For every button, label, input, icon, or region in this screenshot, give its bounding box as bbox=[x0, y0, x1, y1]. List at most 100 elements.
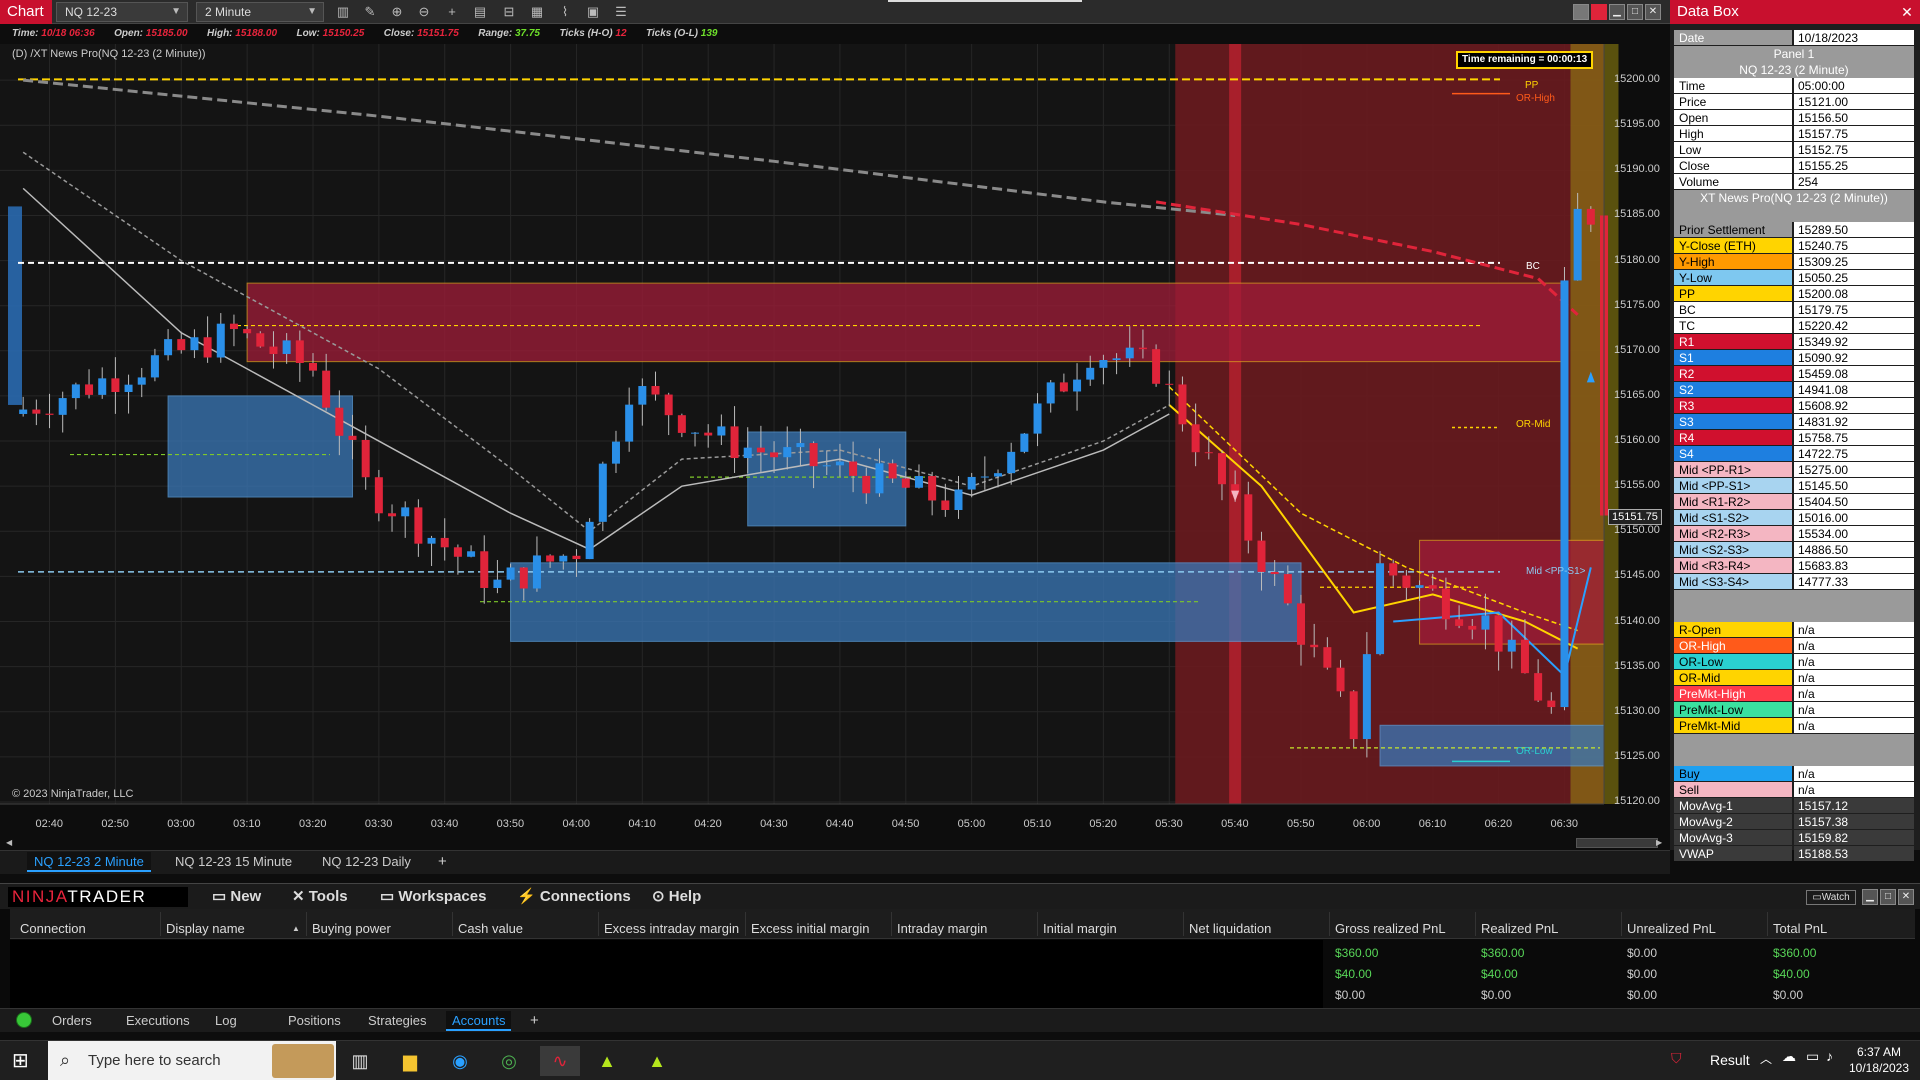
candle-body bbox=[1165, 383, 1174, 385]
add-tab-button[interactable]: + bbox=[431, 852, 454, 872]
properties-icon[interactable]: ▤ bbox=[471, 3, 489, 21]
databox-separator bbox=[1674, 206, 1914, 222]
databox-key: Buy bbox=[1674, 766, 1792, 781]
watch-button[interactable]: ▭Watch bbox=[1806, 890, 1856, 905]
column-header[interactable]: Excess intraday margin bbox=[604, 921, 739, 936]
edge-icon[interactable]: ◉ bbox=[445, 1046, 475, 1076]
file-explorer-icon[interactable]: ▆ bbox=[395, 1046, 425, 1076]
app-green-icon[interactable]: ▲ bbox=[592, 1046, 622, 1076]
current-price-marker: 15151.75 bbox=[1608, 509, 1662, 525]
candle-body bbox=[651, 386, 660, 395]
data-box-title: Data Box bbox=[1670, 0, 1920, 24]
column-header[interactable]: Excess initial margin bbox=[751, 921, 870, 936]
candle-body bbox=[1086, 367, 1095, 380]
crosshair-icon[interactable]: + bbox=[443, 3, 461, 21]
candle-body bbox=[585, 521, 594, 560]
candle-body bbox=[1152, 349, 1161, 384]
accounts-grid-body bbox=[10, 940, 1323, 1008]
tab-nq-daily[interactable]: NQ 12-23 Daily bbox=[315, 852, 418, 872]
menu-new[interactable]: ▭ New bbox=[212, 887, 261, 907]
candle-body bbox=[994, 473, 1003, 477]
column-header[interactable]: Intraday margin bbox=[897, 921, 987, 936]
databox-value: n/a bbox=[1794, 686, 1914, 701]
menu-tools[interactable]: ✕ Tools bbox=[292, 887, 348, 907]
minimize-icon[interactable]: ▁ bbox=[1609, 4, 1625, 20]
column-header[interactable]: Display name bbox=[166, 921, 245, 936]
tab-nq-15-minute[interactable]: NQ 12-23 15 Minute bbox=[168, 852, 299, 872]
menu-connections[interactable]: ⚡ Connections bbox=[517, 887, 631, 907]
volume-icon[interactable]: ♪ bbox=[1826, 1048, 1833, 1064]
menu-workspaces[interactable]: ▭ Workspaces bbox=[380, 887, 486, 907]
maximize-icon[interactable]: □ bbox=[1880, 889, 1896, 905]
tab-nq-2-minute[interactable]: NQ 12-23 2 Minute bbox=[27, 852, 151, 872]
candle-body bbox=[1323, 647, 1332, 668]
ninjatrader-taskbar-icon[interactable]: ∿ bbox=[540, 1046, 580, 1076]
instrument-selector[interactable]: NQ 12-23 ▼ bbox=[56, 2, 188, 22]
templates-icon[interactable]: ⊟ bbox=[500, 3, 518, 21]
ticks-ho-value: 12 bbox=[615, 28, 627, 39]
column-header[interactable]: Cash value bbox=[458, 921, 523, 936]
databox-value: 15016.00 bbox=[1794, 510, 1914, 525]
clock-date: 10/18/2023 bbox=[1848, 1061, 1910, 1075]
menu-help[interactable]: ⊙ Help bbox=[652, 887, 701, 907]
column-header[interactable]: Total PnL bbox=[1773, 921, 1827, 936]
data-box-icon[interactable]: ☰ bbox=[612, 3, 630, 21]
close-icon[interactable]: ✕ bbox=[1645, 4, 1661, 20]
pnl-cell: $360.00 bbox=[1335, 946, 1379, 960]
tab-accounts[interactable]: Accounts bbox=[446, 1011, 512, 1031]
tab-strategies[interactable]: Strategies bbox=[362, 1011, 433, 1031]
minimize-icon[interactable]: ▁ bbox=[1862, 889, 1878, 905]
column-header[interactable]: Gross realized PnL bbox=[1335, 921, 1446, 936]
tab-log[interactable]: Log bbox=[209, 1011, 243, 1031]
column-header[interactable]: Initial margin bbox=[1043, 921, 1117, 936]
scroll-left-icon[interactable]: ◀ bbox=[6, 838, 14, 848]
maximize-icon[interactable]: □ bbox=[1627, 4, 1643, 20]
zoom-out-icon[interactable]: ⊖ bbox=[415, 3, 433, 21]
add-tab-button[interactable]: + bbox=[524, 1011, 545, 1031]
column-divider bbox=[1183, 912, 1184, 936]
candle-body bbox=[414, 507, 423, 544]
onedrive-icon[interactable]: ☁ bbox=[1782, 1048, 1796, 1065]
column-header[interactable]: Buying power bbox=[312, 921, 391, 936]
chart-scrollbar[interactable] bbox=[1576, 838, 1658, 848]
tab-positions[interactable]: Positions bbox=[282, 1011, 347, 1031]
tab-orders[interactable]: Orders bbox=[46, 1011, 98, 1031]
price-tick-label: 15170.00 bbox=[1614, 343, 1660, 356]
candle-body bbox=[150, 355, 159, 378]
databox-row: Mid <PP-S1> 15145.50 bbox=[1674, 478, 1914, 494]
chart-trader-icon[interactable]: ▣ bbox=[584, 3, 602, 21]
indicators-icon[interactable]: ▦ bbox=[528, 3, 546, 21]
column-header[interactable]: Unrealized PnL bbox=[1627, 921, 1716, 936]
column-header[interactable]: Net liquidation bbox=[1189, 921, 1271, 936]
candle-body bbox=[888, 463, 897, 479]
network-icon[interactable]: ▭ bbox=[1806, 1048, 1819, 1065]
tab-executions[interactable]: Executions bbox=[120, 1011, 196, 1031]
link-color-icon[interactable] bbox=[1591, 4, 1607, 20]
candle-body bbox=[1033, 403, 1042, 434]
chrome-icon[interactable]: ◎ bbox=[494, 1046, 524, 1076]
app-green-2-icon[interactable]: ▲ bbox=[642, 1046, 672, 1076]
close-icon[interactable]: ✕ bbox=[1898, 889, 1914, 905]
strategies-icon[interactable]: ⌇ bbox=[556, 3, 574, 21]
interval-selector[interactable]: 2 Minute ▼ bbox=[196, 2, 324, 22]
windows-start-icon[interactable]: ⊞ bbox=[12, 1050, 34, 1072]
candle-body bbox=[45, 413, 54, 415]
show-hidden-icons-icon[interactable]: ︿ bbox=[1760, 1050, 1772, 1067]
candle-body bbox=[322, 370, 331, 408]
taskbar-clock[interactable]: 6:37 AM 10/18/2023 bbox=[1844, 1044, 1914, 1076]
window-grey-icon[interactable] bbox=[1573, 4, 1589, 20]
close-icon[interactable]: ✕ bbox=[1898, 3, 1916, 21]
drawing-tool-icon[interactable]: ✎ bbox=[361, 3, 379, 21]
column-header[interactable]: Connection bbox=[20, 921, 86, 936]
bar-type-icon[interactable]: ▥ bbox=[334, 3, 352, 21]
scroll-right-icon[interactable]: ▶ bbox=[1656, 838, 1664, 848]
candle-body bbox=[1362, 654, 1371, 740]
databox-row: Mid <PP-R1> 15275.00 bbox=[1674, 462, 1914, 478]
range-label: Range: bbox=[478, 28, 513, 39]
zoom-in-icon[interactable]: ⊕ bbox=[388, 3, 406, 21]
price-chart[interactable] bbox=[0, 44, 1670, 840]
databox-row: PreMkt-Mid n/a bbox=[1674, 718, 1914, 734]
column-header[interactable]: Realized PnL bbox=[1481, 921, 1558, 936]
time-tick-label: 05:20 bbox=[1089, 818, 1117, 830]
task-view-icon[interactable]: ▥ bbox=[345, 1046, 375, 1076]
